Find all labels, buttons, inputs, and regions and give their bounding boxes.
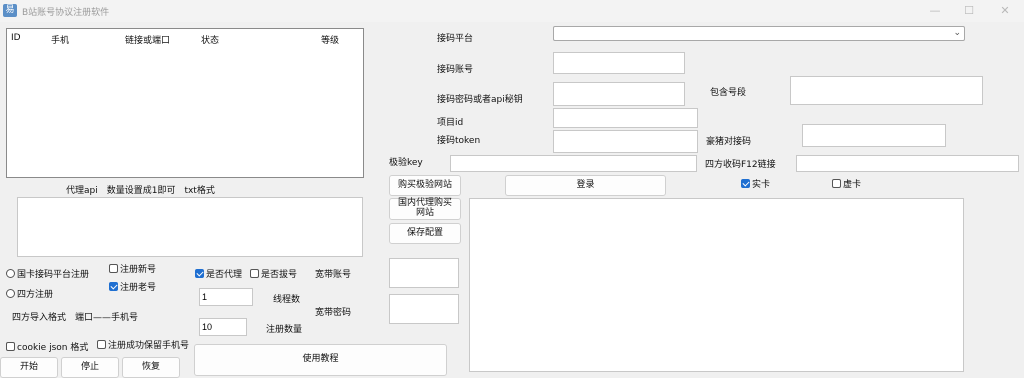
broadband-account-input[interactable] [389,258,459,288]
checkbox-indicator [195,269,204,278]
domestic-proxy-button[interactable]: 国内代理购买网站 [389,198,461,220]
radio-indicator [6,269,15,278]
project-id-label: 项目id [437,118,464,128]
account-input[interactable] [553,52,685,74]
register-new-label: 注册新号 [120,265,157,275]
checkbox-indicator [109,282,118,291]
keep-phone-label: 注册成功保留手机号 [108,341,190,351]
column-id[interactable]: ID [11,33,21,43]
account-list[interactable]: ID 手机 链接或端口 状态 等级 [6,28,364,178]
account-label: 接码账号 [437,65,474,75]
sifang-register-radio[interactable]: 四方注册 [6,287,53,300]
use-proxy-label: 是否代理 [206,270,243,280]
use-proxy-checkbox[interactable]: 是否代理 [195,267,242,280]
cookie-json-label: cookie json 格式 [17,343,89,353]
use-dial-label: 是否拔号 [261,270,298,280]
use-dial-checkbox[interactable]: 是否拔号 [250,267,297,280]
column-phone[interactable]: 手机 [51,33,69,46]
guoka-register-label: 国卡接码平台注册 [17,270,90,280]
virtual-card-checkbox[interactable]: 虚卡 [832,177,861,190]
column-level[interactable]: 等级 [321,33,339,46]
password-label: 接码密码或者api秘钥 [437,95,523,105]
column-status[interactable]: 状态 [201,33,219,46]
register-count-label: 注册数量 [266,325,303,335]
checkbox-indicator [250,269,259,278]
buy-jiyan-button[interactable]: 购买极验网站 [389,175,461,196]
keep-phone-checkbox[interactable]: 注册成功保留手机号 [97,338,189,351]
title-bar: 易 B站账号协议注册软件 — ☐ ✕ [0,0,1024,22]
virtual-card-label: 虚卡 [843,180,862,190]
radio-indicator [6,289,15,298]
real-card-checkbox[interactable]: 实卡 [741,177,770,190]
jiyan-key-label: 极验key [389,158,423,168]
checkbox-indicator [109,264,118,273]
haozhu-label: 豪猪对接码 [706,137,752,147]
proxy-api-label: 代理api 数量设置成1即可 txt格式 [66,186,215,196]
password-input[interactable] [553,82,685,106]
thread-count-input[interactable] [199,288,253,306]
proxy-api-textarea[interactable] [17,197,363,257]
save-config-button[interactable]: 保存配置 [389,223,461,244]
minimize-button[interactable]: — [918,2,952,20]
platform-label: 接码平台 [437,34,474,44]
jiyan-key-input[interactable] [450,155,697,172]
restore-button[interactable]: 恢复 [122,357,180,378]
sifang-link-label: 四方收码F12链接 [705,160,776,170]
cookie-json-checkbox[interactable]: cookie json 格式 [6,340,88,353]
broadband-password-label: 宽带密码 [315,308,352,318]
register-count-input[interactable] [199,318,247,336]
token-label: 接码token [437,136,481,146]
window-title: B站账号协议注册软件 [22,8,110,18]
thread-count-label: 线程数 [273,295,301,305]
sifang-register-label: 四方注册 [17,290,54,300]
checkbox-indicator [832,179,841,188]
tutorial-button[interactable]: 使用教程 [194,344,447,376]
real-card-label: 实卡 [752,180,771,190]
login-button[interactable]: 登录 [505,175,666,196]
stop-button[interactable]: 停止 [61,357,119,378]
include-segment-input[interactable] [790,76,983,105]
guoka-register-radio[interactable]: 国卡接码平台注册 [6,267,89,280]
app-icon: 易 [3,4,17,17]
register-old-label: 注册老号 [120,283,157,293]
checkbox-indicator [97,340,106,349]
broadband-password-input[interactable] [389,294,459,324]
sifang-link-input[interactable] [796,155,1019,172]
import-format-label: 四方导入格式 端口——手机号 [12,313,139,323]
token-input[interactable] [553,130,698,153]
start-button[interactable]: 开始 [0,357,58,378]
checkbox-indicator [6,342,15,351]
close-button[interactable]: ✕ [988,2,1022,20]
maximize-button[interactable]: ☐ [952,2,986,20]
include-segment-label: 包含号段 [710,88,747,98]
log-textarea[interactable] [469,198,964,372]
platform-select[interactable]: ⌄ [553,26,965,41]
register-new-checkbox[interactable]: 注册新号 [109,262,156,275]
register-old-checkbox[interactable]: 注册老号 [109,280,156,293]
project-id-input[interactable] [553,108,698,128]
broadband-account-label: 宽带账号 [315,270,352,280]
checkbox-indicator [741,179,750,188]
haozhu-input[interactable] [802,124,946,147]
column-link-port[interactable]: 链接或端口 [125,33,170,46]
chevron-down-icon: ⌄ [953,28,961,38]
